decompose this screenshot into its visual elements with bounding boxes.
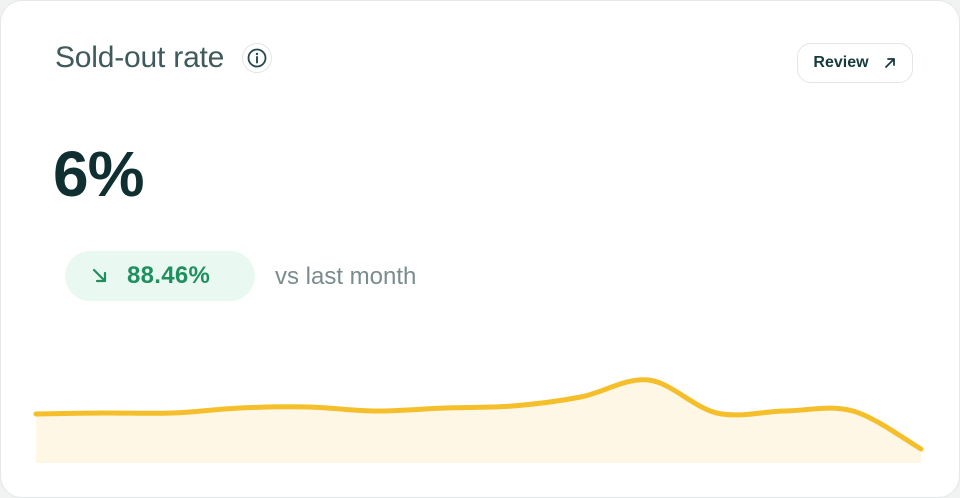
comparison-text: vs last month xyxy=(275,263,417,290)
sparkline-area xyxy=(36,379,921,463)
arrow-down-right-icon xyxy=(92,268,107,283)
review-button[interactable]: Review xyxy=(797,43,913,83)
card-header: Sold-out rate xyxy=(55,41,273,75)
info-icon[interactable] xyxy=(242,43,273,73)
sparkline-chart xyxy=(33,377,924,463)
metric-value: 6% xyxy=(53,138,144,210)
card-title: Sold-out rate xyxy=(55,41,225,74)
change-value: 88.46% xyxy=(127,262,211,289)
change-badge: 88.46% xyxy=(65,251,255,301)
arrow-up-right-icon xyxy=(884,58,895,68)
sold-out-rate-card: Sold-out rate Review 6% 88.46% vs last m… xyxy=(0,0,960,498)
review-button-label: Review xyxy=(813,54,869,71)
